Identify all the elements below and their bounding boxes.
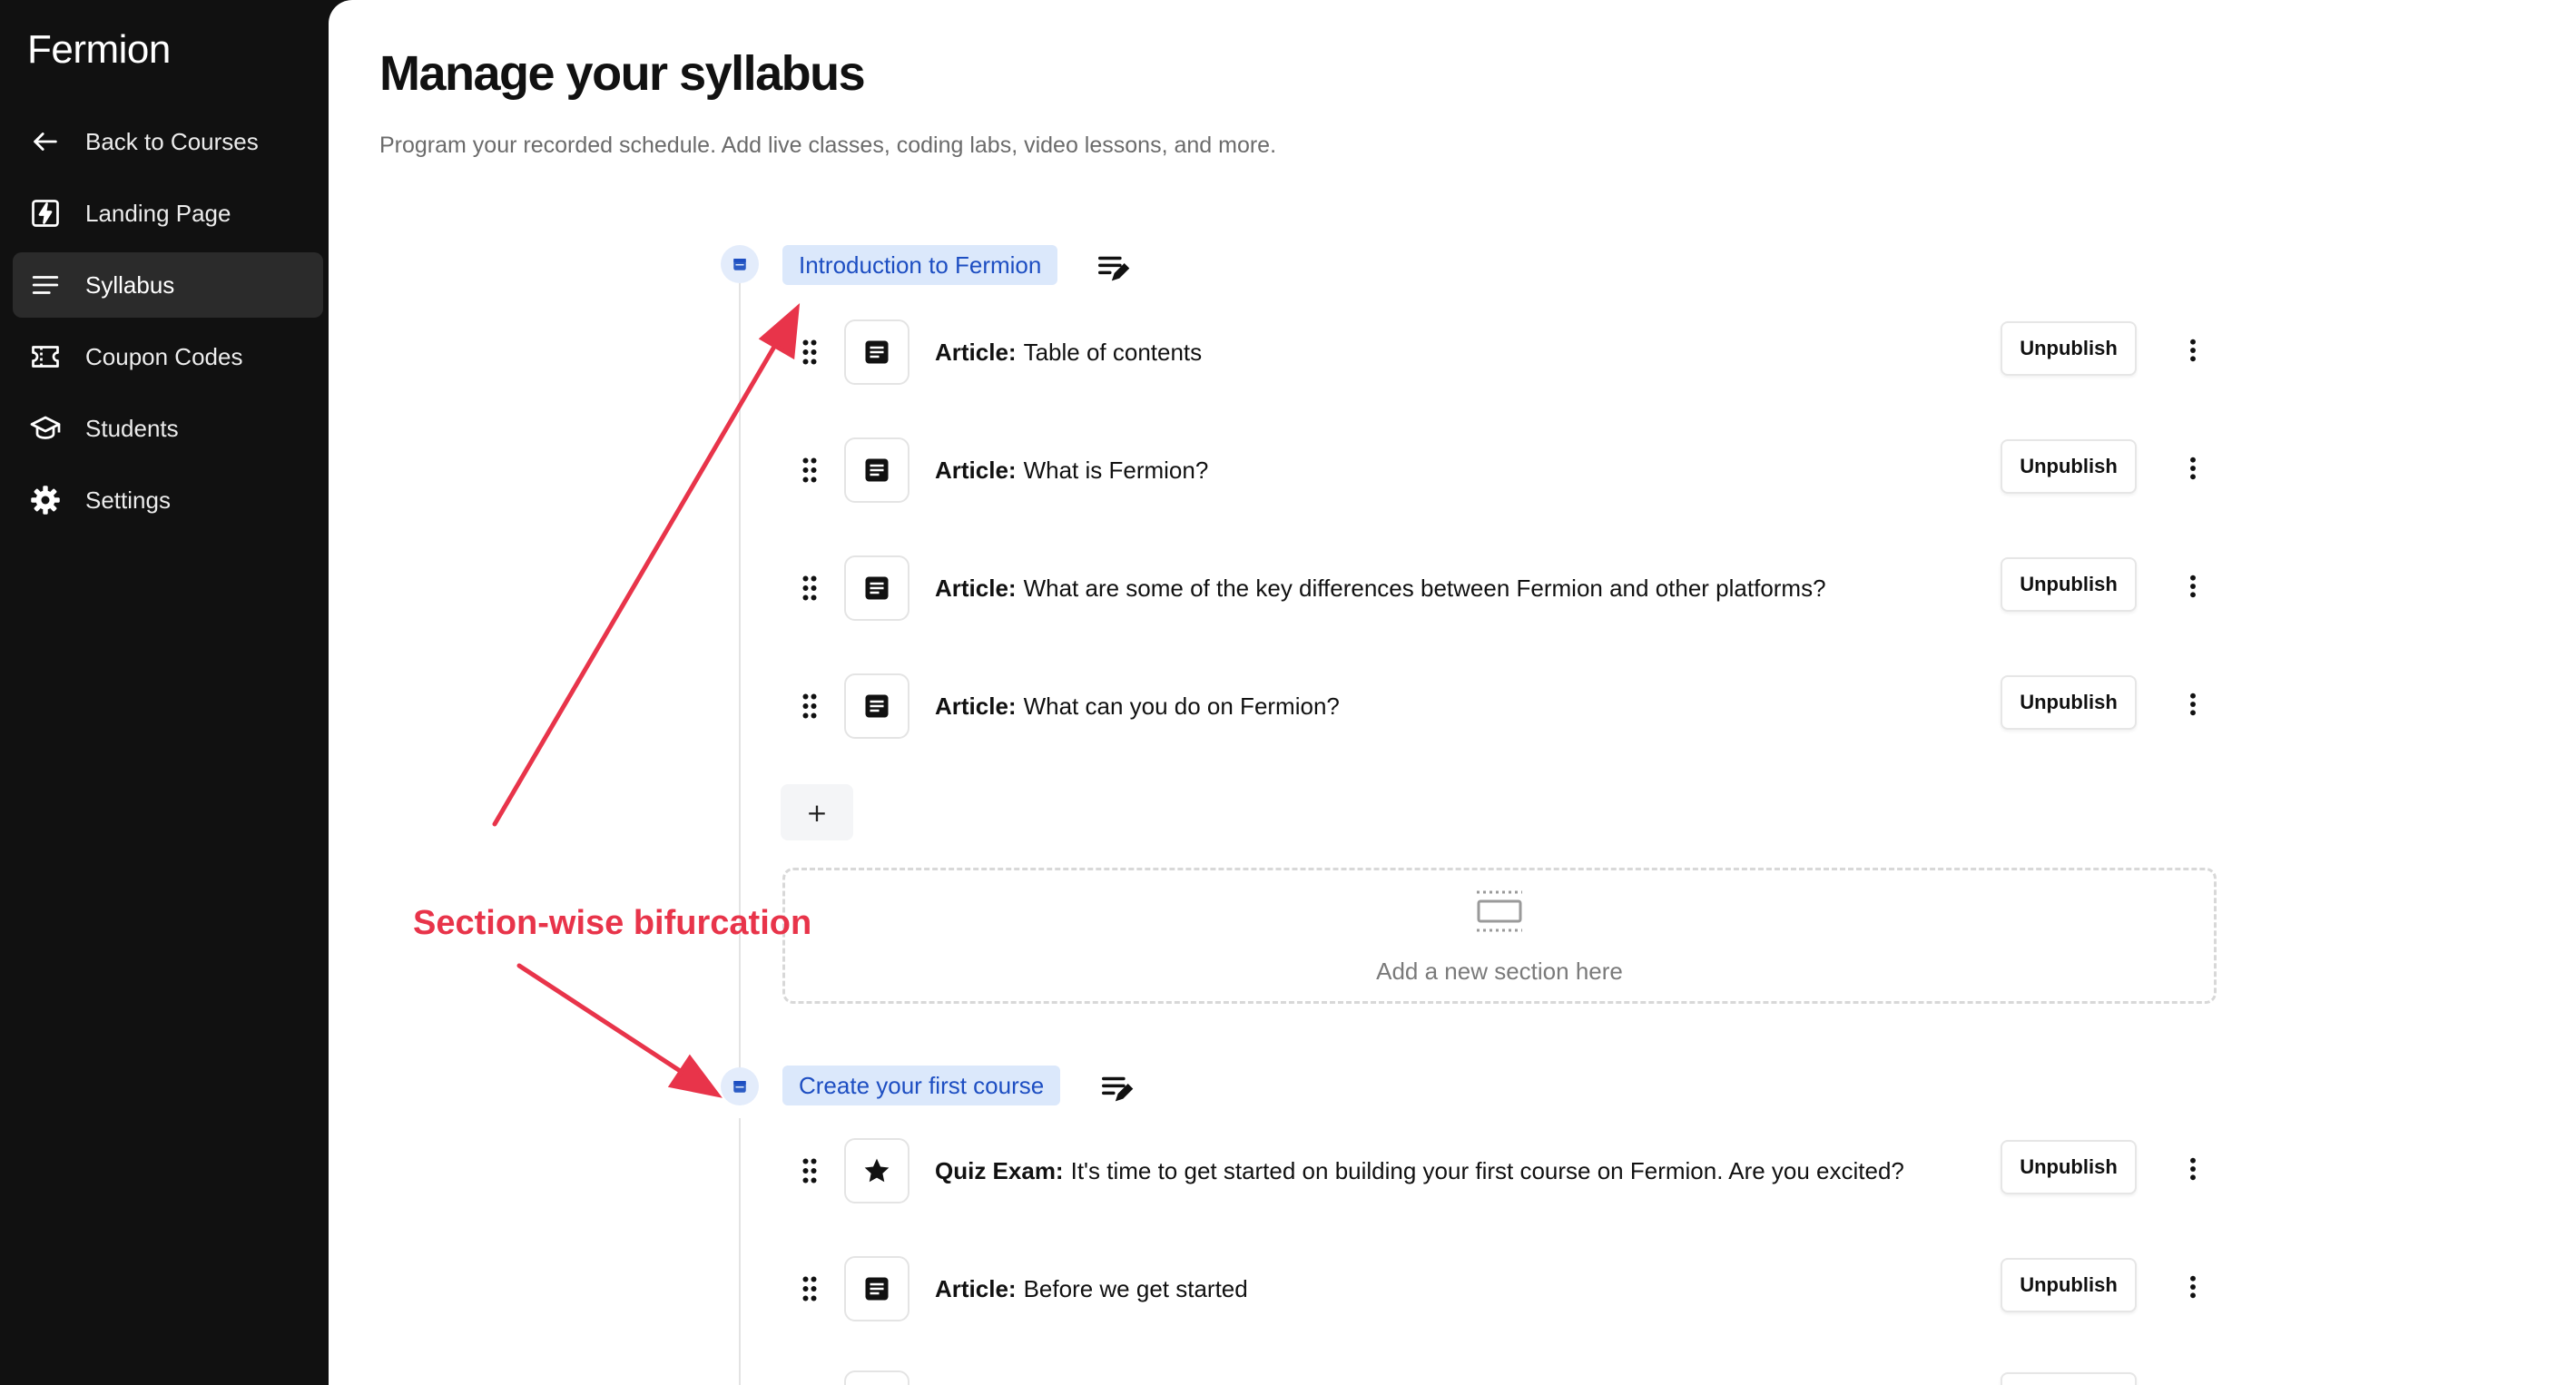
drag-handle-icon[interactable] [797, 336, 822, 368]
section-marker-icon [721, 245, 759, 283]
section-marker-icon [721, 1067, 759, 1105]
unpublish-button[interactable]: Unpublish [2001, 439, 2137, 494]
lesson-title[interactable]: Article: What are some of the key differe… [935, 555, 1826, 621]
main-panel: Manage your syllabus Program your record… [329, 0, 2576, 1385]
lesson-name: Before we get started [1023, 1274, 1248, 1302]
app-window: Fermion Back to Courses Landing Page Syl… [0, 0, 2576, 1385]
page-subtitle: Program your recorded schedule. Add live… [379, 133, 1277, 158]
lesson-type: Article: [935, 574, 1017, 602]
section-title-chip[interactable]: Introduction to Fermion [782, 245, 1058, 285]
edit-section-icon[interactable] [1093, 247, 1133, 287]
add-lesson-button[interactable]: + [781, 784, 853, 840]
more-options-icon[interactable] [2175, 684, 2211, 724]
gear-icon [29, 484, 62, 516]
lesson-row[interactable]: Article: Table of contents Unpublish [329, 319, 2576, 385]
ticket-icon [29, 340, 62, 373]
add-section-dropzone[interactable]: Add a new section here [782, 868, 2217, 1004]
edit-section-icon[interactable] [1096, 1067, 1136, 1107]
lesson-name: It's time to get started on building you… [1070, 1156, 1904, 1184]
sidebar-item-syllabus[interactable]: Syllabus [13, 252, 323, 318]
lesson-type: Article: [935, 456, 1017, 484]
drag-handle-icon[interactable] [797, 690, 822, 722]
lesson-row[interactable]: Article: Before we get started Unpublish [329, 1256, 2576, 1321]
lesson-name: What can you do on Fermion? [1023, 692, 1340, 720]
unpublish-button[interactable]: Unpublish [2001, 675, 2137, 730]
more-options-icon[interactable] [2175, 566, 2211, 606]
lesson-name: What is Fermion? [1023, 456, 1209, 484]
unpublish-button[interactable]: Unpublish [2001, 321, 2137, 376]
drag-handle-icon[interactable] [797, 572, 822, 604]
add-section-label: Add a new section here [1376, 958, 1623, 985]
list-lines-icon [29, 269, 62, 301]
sidebar-item-label: Coupon Codes [85, 342, 243, 370]
document-icon [844, 437, 909, 503]
drag-handle-icon[interactable] [797, 454, 822, 486]
unpublish-button[interactable]: Unpublish [2001, 1140, 2137, 1194]
more-options-icon[interactable] [2175, 330, 2211, 370]
sidebar-item-coupon-codes[interactable]: Coupon Codes [13, 324, 323, 389]
sidebar-item-label: Settings [85, 486, 171, 514]
graduation-cap-icon [29, 412, 62, 445]
more-options-icon[interactable] [2175, 448, 2211, 488]
arrow-left-icon [29, 125, 62, 158]
lesson-title[interactable]: Quiz Exam: It's time to get started on bu… [935, 1138, 1904, 1203]
sidebar-item-back-to-courses[interactable]: Back to Courses [13, 109, 323, 174]
lesson-title[interactable]: Article: What can you do on Fermion? [935, 673, 1340, 739]
lesson-row[interactable]: Article: What is Fermion? Unpublish [329, 437, 2576, 503]
sidebar-item-label: Landing Page [85, 199, 231, 227]
lesson-row[interactable]: Article: What can you do on Fermion? Unpu… [329, 673, 2576, 739]
lesson-type: Quiz Exam: [935, 1156, 1064, 1184]
document-icon [844, 1256, 909, 1321]
document-icon [844, 1370, 909, 1385]
sidebar-nav: Back to Courses Landing Page Syllabus Co… [13, 109, 323, 539]
drag-handle-icon[interactable] [797, 1154, 822, 1187]
sidebar-item-settings[interactable]: Settings [13, 467, 323, 533]
annotation-label: Section-wise bifurcation [413, 904, 812, 942]
sidebar-item-students[interactable]: Students [13, 396, 323, 461]
star-icon [844, 1138, 909, 1203]
sidebar-item-label: Back to Courses [85, 127, 259, 155]
lesson-name: What are some of the key differences bet… [1023, 574, 1826, 602]
section-placeholder-icon [1475, 889, 1524, 934]
lesson-row[interactable]: Article: What are some of the key differe… [329, 555, 2576, 621]
page-title: Manage your syllabus [379, 46, 866, 101]
section-title-chip[interactable]: Create your first course [782, 1066, 1061, 1105]
app-logo: Fermion [27, 27, 171, 72]
sidebar-item-label: Syllabus [85, 270, 175, 299]
unpublish-button[interactable] [2001, 1372, 2137, 1385]
document-icon [844, 319, 909, 385]
lesson-row[interactable]: Quiz Exam: It's time to get started on bu… [329, 1138, 2576, 1203]
sidebar-item-landing-page[interactable]: Landing Page [13, 181, 323, 246]
unpublish-button[interactable]: Unpublish [2001, 1258, 2137, 1312]
lesson-title[interactable]: Article: Table of contents [935, 319, 1202, 385]
lesson-name: Table of contents [1023, 338, 1203, 366]
sidebar-item-label: Students [85, 414, 179, 442]
document-icon [844, 673, 909, 739]
more-options-icon[interactable] [2175, 1149, 2211, 1189]
more-options-icon[interactable] [2175, 1267, 2211, 1307]
sidebar: Fermion Back to Courses Landing Page Syl… [0, 0, 336, 1385]
lesson-type: Article: [935, 692, 1017, 720]
drag-handle-icon[interactable] [797, 1272, 822, 1305]
lesson-title[interactable]: Article: What is Fermion? [935, 437, 1208, 503]
document-icon [844, 555, 909, 621]
lesson-title[interactable]: Article: Before we get started [935, 1256, 1248, 1321]
unpublish-button[interactable]: Unpublish [2001, 557, 2137, 612]
bolt-icon [29, 197, 62, 230]
lesson-type: Article: [935, 1274, 1017, 1302]
lesson-type: Article: [935, 338, 1017, 366]
